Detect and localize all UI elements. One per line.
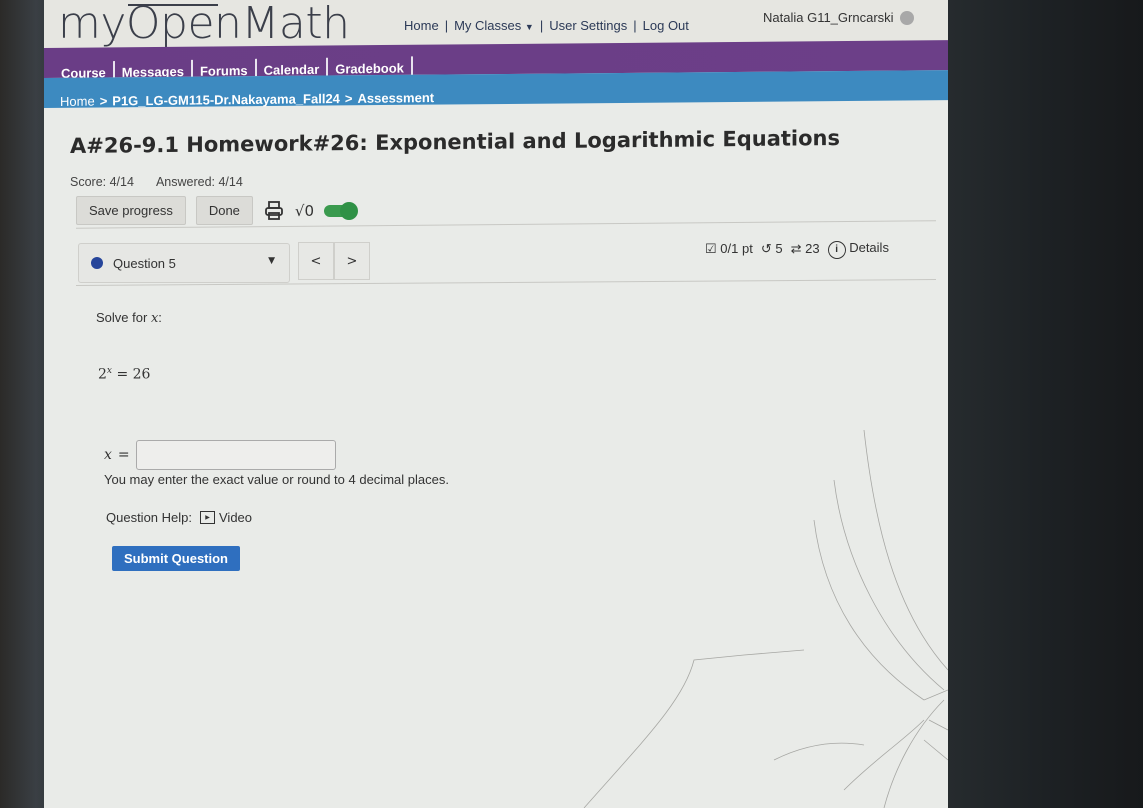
- crack-line: [813, 519, 925, 701]
- crack-line: [773, 742, 865, 761]
- logo-radical-bar: [128, 4, 218, 6]
- site-logo[interactable]: myOpenMath: [58, 0, 350, 49]
- logo-text: myOpenMath: [58, 0, 350, 49]
- regens-value: 23: [805, 241, 820, 257]
- regenerate-icon: ⇄: [790, 241, 802, 257]
- nav-separator: |: [444, 18, 449, 33]
- math-display-toggle[interactable]: [324, 201, 359, 220]
- caret-down-icon: ▼: [524, 22, 534, 32]
- print-icon[interactable]: [263, 200, 285, 222]
- score-text: Score: 4/14: [70, 175, 134, 189]
- question-help-label: Question Help:: [106, 510, 192, 525]
- prompt-text: Solve for: [96, 310, 148, 325]
- answer-row: x =: [104, 440, 336, 470]
- answered-text: Answered: 4/14: [155, 175, 243, 189]
- crack-line: [843, 719, 925, 791]
- top-nav-home[interactable]: Home: [404, 18, 439, 33]
- equation-exponent: x: [106, 366, 112, 376]
- video-label: Video: [219, 510, 253, 525]
- video-help-link[interactable]: ▶ Video: [200, 510, 252, 525]
- breadcrumb-course[interactable]: P1G_LG-GM115-Dr.Nakayama_Fall24: [112, 91, 340, 108]
- caret-down-icon: ▼: [268, 256, 275, 266]
- score-line: Score: 4/14 Answered: 4/14: [70, 175, 243, 189]
- assessment-toolbar: Save progress Done √0: [76, 196, 359, 225]
- crack-line: [923, 689, 948, 761]
- crack-line: [833, 479, 945, 691]
- question-help: Question Help: ▶ Video: [106, 510, 252, 525]
- screen-crack-overlay: [583, 429, 948, 808]
- answer-input[interactable]: [135, 440, 336, 470]
- top-nav-user-settings[interactable]: User Settings: [549, 18, 627, 33]
- equation-base: 2: [98, 366, 107, 383]
- math-display-toggle-label: √0: [294, 201, 315, 220]
- retries: ↺ 5: [761, 241, 783, 257]
- regenerations: ⇄ 23: [791, 241, 820, 257]
- points-value: 0/1 pt: [720, 241, 753, 257]
- details-button[interactable]: i Details: [827, 240, 889, 259]
- my-classes-label: My Classes: [454, 18, 522, 33]
- next-question-button[interactable]: >: [334, 242, 370, 280]
- submit-question-button[interactable]: Submit Question: [112, 546, 240, 571]
- answer-equals: =: [117, 447, 130, 463]
- equation-rhs: = 26: [116, 366, 151, 383]
- user-name: Natalia G11_Grncarski: [763, 10, 894, 25]
- top-nav: Home | My Classes ▼ | User Settings | Lo…: [404, 18, 689, 33]
- assessment-title: A#26-9.1 Homework#26: Exponential and Lo…: [70, 125, 840, 159]
- breadcrumb-separator: >: [344, 90, 353, 106]
- question-prompt: Solve for x:: [96, 310, 162, 326]
- question-selector[interactable]: Question 5 ▼: [78, 243, 290, 283]
- crack-line: [863, 429, 948, 671]
- top-nav-log-out[interactable]: Log Out: [643, 18, 689, 33]
- breadcrumb-separator: >: [99, 93, 108, 109]
- breadcrumb-assessment: Assessment: [357, 90, 435, 106]
- video-icon: ▶: [200, 511, 215, 524]
- question-equation: 2x = 26: [98, 366, 150, 383]
- previous-question-button[interactable]: <: [298, 242, 334, 280]
- question-meta: ☑ 0/1 pt ↺ 5 ⇄ 23 i Details: [705, 240, 889, 259]
- question-selector-label: Question 5: [113, 255, 176, 271]
- browser-page: myOpenMath Home | My Classes ▼ | User Se…: [44, 0, 948, 808]
- crack-line: [583, 649, 805, 808]
- done-button[interactable]: Done: [195, 196, 253, 225]
- checkbox-icon: ☑: [705, 241, 717, 257]
- device-bezel-right: [948, 0, 1143, 808]
- retry-icon: ↺: [760, 241, 772, 257]
- details-label: Details: [849, 240, 889, 255]
- answer-hint: You may enter the exact value or round t…: [104, 472, 449, 487]
- breadcrumb-home[interactable]: Home: [60, 94, 95, 109]
- prompt-colon: :: [158, 310, 162, 325]
- breadcrumb: Home > P1G_LG-GM115-Dr.Nakayama_Fall24 >…: [60, 90, 434, 109]
- info-icon: i: [827, 240, 846, 259]
- answer-variable: x: [104, 447, 112, 463]
- crack-line: [883, 699, 945, 808]
- toggle-knob: [340, 201, 359, 220]
- question-nav: < >: [298, 242, 370, 280]
- user-avatar-icon[interactable]: [899, 10, 914, 25]
- user-info: Natalia G11_Grncarski: [763, 10, 914, 25]
- nav-separator: |: [539, 18, 544, 33]
- top-nav-my-classes[interactable]: My Classes ▼: [454, 18, 534, 33]
- nav-separator: |: [633, 18, 637, 33]
- points: ☑ 0/1 pt: [705, 241, 753, 257]
- save-progress-button[interactable]: Save progress: [76, 196, 186, 225]
- retries-value: 5: [775, 241, 783, 257]
- question-status-dot-icon: [91, 257, 103, 269]
